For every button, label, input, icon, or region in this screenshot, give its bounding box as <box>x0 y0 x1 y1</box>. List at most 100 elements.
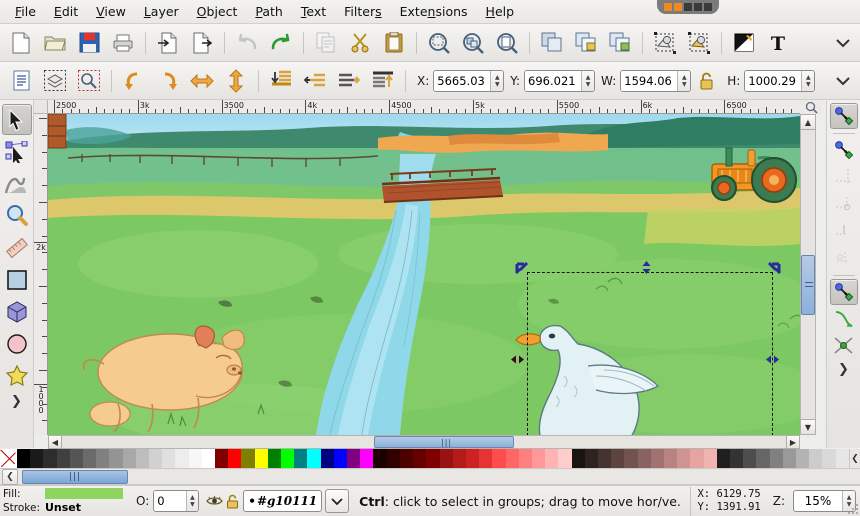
snap-path-intersections-icon[interactable] <box>830 333 858 359</box>
palette-swatch[interactable] <box>83 449 96 468</box>
palette-swatch[interactable] <box>189 449 202 468</box>
palette-swatch[interactable] <box>228 449 241 468</box>
selector-tool[interactable] <box>2 104 32 135</box>
palette-swatch[interactable] <box>611 449 624 468</box>
color-palette[interactable] <box>0 449 860 468</box>
palette-swatch[interactable] <box>677 449 690 468</box>
palette-swatch[interactable] <box>347 449 360 468</box>
palette-swatch[interactable] <box>664 449 677 468</box>
palette-swatch[interactable] <box>690 449 703 468</box>
palette-swatch[interactable] <box>149 449 162 468</box>
import-file-icon[interactable] <box>153 28 183 58</box>
palette-swatch[interactable] <box>836 449 849 468</box>
scroll-left-button[interactable]: ◀ <box>48 435 62 449</box>
palette-swatch[interactable] <box>96 449 109 468</box>
palette-swatch[interactable] <box>70 449 83 468</box>
raise-to-top-icon[interactable] <box>368 66 398 96</box>
eye-icon[interactable] <box>205 492 223 510</box>
print-document-icon[interactable] <box>108 28 138 58</box>
measure-tool[interactable] <box>2 232 32 263</box>
h-field-value[interactable]: 1000.29 <box>745 71 801 91</box>
scroll-up-button[interactable]: ▲ <box>800 114 816 130</box>
x-field-value[interactable]: 5665.03 <box>434 71 490 91</box>
zoom-drawing-icon[interactable] <box>458 28 488 58</box>
palette-swatch[interactable] <box>387 449 400 468</box>
palette-swatch[interactable] <box>413 449 426 468</box>
redo-icon[interactable] <box>266 28 296 58</box>
palette-swatch[interactable] <box>519 449 532 468</box>
palette-swatch[interactable] <box>638 449 651 468</box>
palette-swatch[interactable] <box>796 449 809 468</box>
palette-swatch[interactable] <box>268 449 281 468</box>
zoom-page-icon[interactable] <box>492 28 522 58</box>
opacity-steppers[interactable]: ▲▼ <box>186 491 199 511</box>
palette-swatch[interactable] <box>43 449 56 468</box>
palette-swatch[interactable] <box>281 449 294 468</box>
palette-swatch[interactable] <box>506 449 519 468</box>
zoom-selection-icon[interactable] <box>424 28 454 58</box>
layer-lock-icon[interactable] <box>223 492 241 510</box>
mask-set-icon[interactable] <box>684 28 714 58</box>
ungroup-icon[interactable] <box>605 28 635 58</box>
palette-swatch[interactable] <box>440 449 453 468</box>
node-tool[interactable] <box>2 136 32 167</box>
group-icon[interactable] <box>571 28 601 58</box>
palette-swatch[interactable] <box>136 449 149 468</box>
palette-swatch[interactable] <box>321 449 334 468</box>
palette-swatch[interactable] <box>400 449 413 468</box>
selection-toolbar-chevron-down-icon[interactable] <box>828 66 858 96</box>
snap-bbox-edges-icon[interactable] <box>830 164 858 190</box>
y-field[interactable]: 696.021 ▲▼ <box>524 70 595 92</box>
palette-swatch[interactable] <box>651 449 664 468</box>
lower-to-bottom-icon[interactable] <box>266 66 296 96</box>
palette-swatch[interactable] <box>426 449 439 468</box>
chevron-down-icon[interactable] <box>828 28 858 58</box>
vertical-scroll-thumb[interactable] <box>801 255 815 315</box>
menu-layer[interactable]: Layer <box>135 1 188 22</box>
rotate-ccw-icon[interactable] <box>119 66 149 96</box>
palette-swatch[interactable] <box>360 449 373 468</box>
deselect-icon[interactable] <box>74 66 104 96</box>
select-all-in-layers-icon[interactable] <box>40 66 70 96</box>
h-field-steppers[interactable]: ▲▼ <box>801 71 814 91</box>
w-field[interactable]: 1594.06 ▲▼ <box>620 70 691 92</box>
menu-extensions[interactable]: Extensions <box>391 1 477 22</box>
canvas-horizontal-scrollbar[interactable]: ◀ ||| ▶ <box>48 435 800 449</box>
snap-paths-icon[interactable] <box>830 306 858 332</box>
fill-and-stroke-icon[interactable] <box>729 28 759 58</box>
palette-swatch[interactable] <box>770 449 783 468</box>
snap-nodes-paths-icon[interactable] <box>830 279 858 305</box>
zoom-value[interactable]: 15% <box>794 491 842 511</box>
export-file-icon[interactable] <box>187 28 217 58</box>
palette-swatch[interactable] <box>215 449 228 468</box>
zoom-tool[interactable] <box>2 200 32 231</box>
layer-dropdown-chevron-icon[interactable] <box>325 489 349 513</box>
raise-icon[interactable] <box>334 66 364 96</box>
lock-aspect-ratio-icon[interactable] <box>695 69 717 93</box>
menu-file[interactable]: File <box>6 1 45 22</box>
palette-swatch[interactable] <box>743 449 756 468</box>
palette-swatch[interactable] <box>756 449 769 468</box>
scroll-right-button[interactable]: ▶ <box>786 435 800 449</box>
fill-swatch[interactable] <box>45 488 123 499</box>
palette-scrollbar[interactable]: ❮ ||| <box>0 468 860 485</box>
duplicate-icon[interactable] <box>537 28 567 58</box>
w-field-steppers[interactable]: ▲▼ <box>677 71 690 91</box>
snap-enable-global-icon[interactable] <box>830 103 858 129</box>
lower-icon[interactable] <box>300 66 330 96</box>
palette-swatch[interactable] <box>453 449 466 468</box>
h-field[interactable]: 1000.29 ▲▼ <box>744 70 815 92</box>
undo-icon[interactable] <box>232 28 262 58</box>
selection-handle-middle-right[interactable] <box>765 352 780 367</box>
fill-stroke-indicator[interactable]: Fill: Stroke: Unset <box>0 487 130 516</box>
copy-icon[interactable] <box>311 28 341 58</box>
text-tool-icon[interactable]: T <box>763 28 793 58</box>
palette-swatch-none[interactable] <box>0 449 17 468</box>
palette-swatch[interactable] <box>202 449 215 468</box>
palette-swatch[interactable] <box>57 449 70 468</box>
palette-swatch[interactable] <box>123 449 136 468</box>
palette-swatch[interactable] <box>373 449 386 468</box>
palette-swatch[interactable] <box>624 449 637 468</box>
palette-swatch[interactable] <box>822 449 835 468</box>
y-field-steppers[interactable]: ▲▼ <box>581 71 594 91</box>
